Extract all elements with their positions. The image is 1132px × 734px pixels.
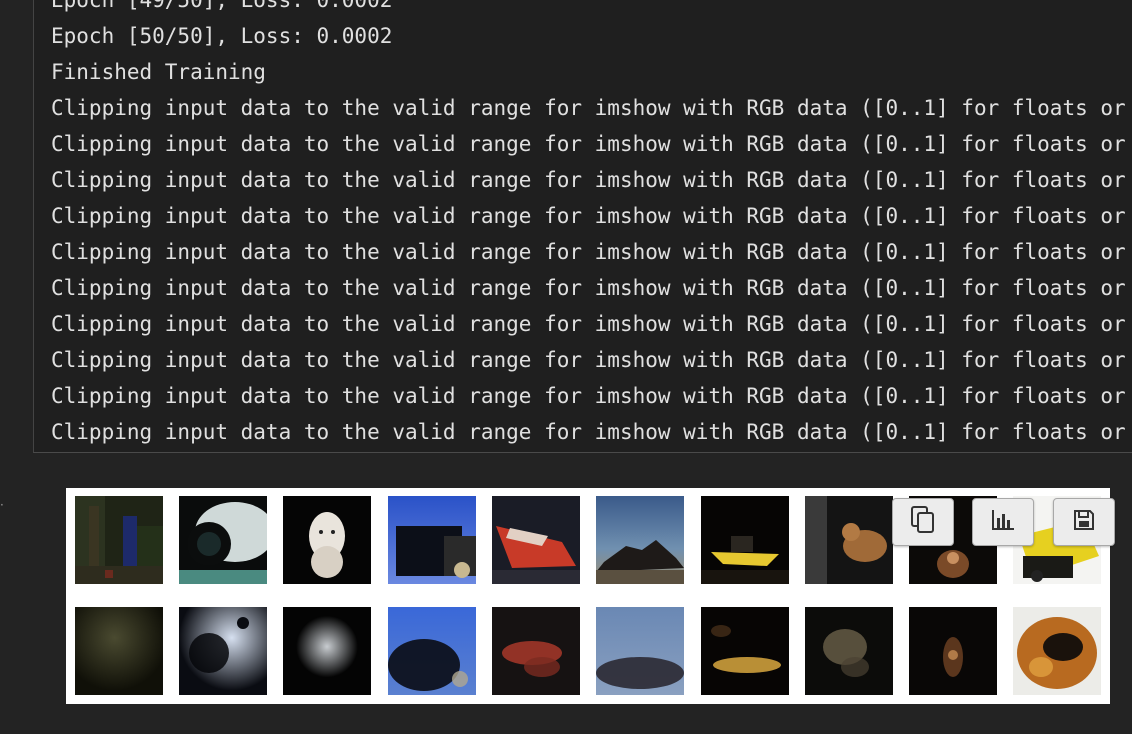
console-line: Clipping input data to the valid range f… — [51, 168, 1126, 192]
console-line: Clipping input data to the valid range f… — [51, 96, 1126, 120]
reconstructed-image-4 — [388, 607, 476, 695]
bar-chart-icon — [990, 508, 1016, 537]
console-line: Epoch [49/50], Loss: 0.0002 — [51, 0, 393, 12]
output-console[interactable]: Epoch [49/50], Loss: 0.0002 Epoch [50/50… — [33, 0, 1132, 453]
console-line: Clipping input data to the valid range f… — [51, 276, 1126, 300]
chart-button[interactable] — [972, 498, 1034, 546]
original-image-3 — [283, 496, 371, 584]
reconstructed-image-1 — [75, 607, 163, 695]
console-line: Clipping input data to the valid range f… — [51, 204, 1126, 228]
save-icon — [1072, 508, 1096, 537]
reconstructed-image-8 — [805, 607, 893, 695]
reconstructed-image-5 — [492, 607, 580, 695]
console-line: Epoch [50/50], Loss: 0.0002 — [51, 24, 393, 48]
copy-icon — [910, 505, 936, 540]
original-image-6 — [596, 496, 684, 584]
console-line: Clipping input data to the valid range f… — [51, 420, 1126, 444]
original-image-1 — [75, 496, 163, 584]
console-line: Clipping input data to the valid range f… — [51, 312, 1126, 336]
original-image-2 — [179, 496, 267, 584]
original-image-7 — [701, 496, 789, 584]
copy-button[interactable] — [892, 498, 954, 546]
console-line: Finished Training — [51, 60, 266, 84]
console-line: Clipping input data to the valid range f… — [51, 240, 1126, 264]
original-image-8 — [805, 496, 893, 584]
console-line: Clipping input data to the valid range f… — [51, 132, 1126, 156]
reconstructed-image-2 — [179, 607, 267, 695]
save-button[interactable] — [1053, 498, 1115, 546]
reconstructed-image-3 — [283, 607, 371, 695]
reconstructed-image-10 — [1013, 607, 1101, 695]
reconstructed-image-9 — [909, 607, 997, 695]
console-line: Clipping input data to the valid range f… — [51, 348, 1126, 372]
output-prompt-marker: · — [0, 498, 4, 512]
reconstructed-image-7 — [701, 607, 789, 695]
reconstructed-image-6 — [596, 607, 684, 695]
original-image-5 — [492, 496, 580, 584]
original-image-4 — [388, 496, 476, 584]
console-line: Clipping input data to the valid range f… — [51, 384, 1126, 408]
